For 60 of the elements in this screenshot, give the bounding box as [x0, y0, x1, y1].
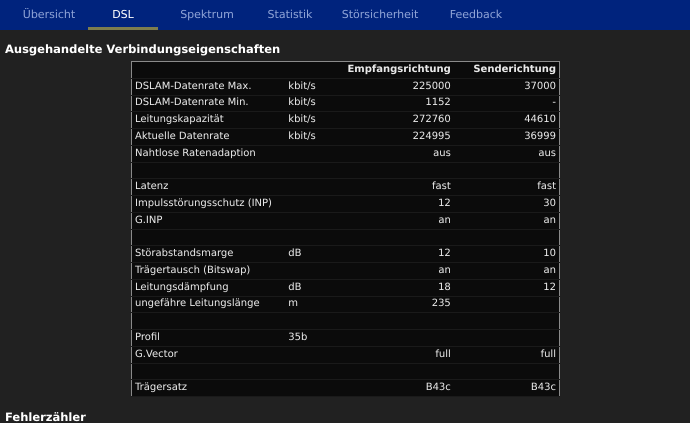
row-label: DSLAM-Datenrate Max.	[135, 80, 252, 92]
row-label: Aktuelle Datenrate	[135, 130, 230, 142]
row-label: Profil	[135, 332, 160, 343]
value-cell: 272760	[412, 114, 451, 126]
unit-cell: dB	[288, 248, 302, 260]
section-title: Fehlerzähler	[4, 410, 87, 423]
unit-cell: 35b	[288, 332, 308, 343]
value-cell: 18	[438, 282, 451, 293]
row-label: Leitungsdämpfung	[135, 282, 229, 293]
value-cell: 37000	[524, 80, 556, 92]
value-cell: 30	[543, 198, 556, 209]
tab[interactable]: Spektrum	[158, 0, 256, 30]
value-cell: aus	[433, 148, 451, 159]
value-cell: 44610	[524, 114, 556, 126]
value-cell: B43c	[530, 382, 556, 394]
row-label: ungefähre Leitungslänge	[135, 298, 260, 310]
value-cell: 12	[438, 248, 451, 260]
value-cell: 12	[543, 282, 556, 293]
value-cell: an	[438, 264, 451, 276]
row-label: Impulsstörungsschutz (INP)	[135, 198, 272, 209]
row-label: Latenz	[135, 181, 168, 192]
row-label: DSLAM-Datenrate Min.	[135, 97, 249, 108]
value-cell: an	[544, 214, 556, 226]
column-header: Senderichtung	[473, 64, 556, 75]
value-cell: 1152	[425, 97, 451, 108]
column-header: Empfangsrichtung	[347, 64, 451, 75]
value-cell: an	[438, 214, 451, 226]
value-cell: -	[552, 97, 556, 108]
value-cell: aus	[538, 148, 556, 159]
value-cell: 36999	[524, 130, 556, 142]
unit-cell: kbit/s	[288, 80, 316, 92]
tab[interactable]: Übersicht	[10, 0, 88, 30]
unit-cell: kbit/s	[288, 114, 316, 126]
tab[interactable]: DSL	[88, 0, 158, 30]
value-cell: 10	[543, 248, 556, 260]
unit-cell: dB	[288, 282, 302, 293]
row-label: Trägersatz	[135, 382, 187, 394]
section-title: Ausgehandelte Verbindungseigenschaften	[4, 41, 282, 58]
value-cell: 235	[432, 298, 451, 310]
unit-cell: m	[288, 298, 298, 310]
value-cell: fast	[537, 181, 556, 192]
value-cell: full	[435, 348, 451, 360]
value-cell: B43c	[426, 382, 451, 394]
unit-cell: kbit/s	[288, 97, 316, 108]
row-label: Störabstandsmarge	[135, 248, 234, 260]
row-label: Trägertausch (Bitswap)	[135, 264, 250, 276]
unit-cell: kbit/s	[288, 130, 316, 142]
value-cell: an	[544, 264, 556, 276]
value-cell: 225000	[412, 80, 451, 92]
value-cell: 224995	[412, 130, 451, 142]
tab[interactable]: Störsicherheit	[324, 0, 436, 30]
row-label: Leitungskapazität	[135, 114, 224, 126]
tab[interactable]: Statistik	[256, 0, 324, 30]
row-label: Nahtlose Ratenadaption	[135, 148, 256, 159]
value-cell: fast	[432, 181, 451, 192]
row-label: G.INP	[135, 214, 162, 226]
value-cell: 12	[438, 198, 451, 209]
tab[interactable]: Feedback	[436, 0, 516, 30]
value-cell: full	[540, 348, 556, 360]
row-label: G.Vector	[135, 348, 178, 360]
